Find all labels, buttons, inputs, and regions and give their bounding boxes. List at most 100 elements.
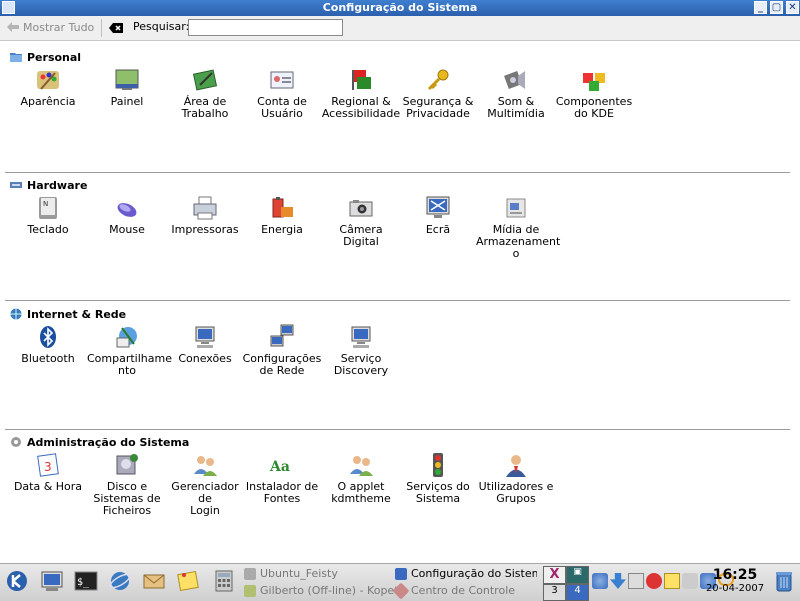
module-label: Utilizadores e Grupos	[478, 480, 554, 505]
module-data-hora[interactable]: 3 Data & Hora	[8, 452, 88, 493]
browser-icon[interactable]	[108, 569, 132, 593]
pager-desktop-4[interactable]: 4	[566, 584, 589, 601]
module-label: Compartilhame nto	[87, 352, 172, 377]
search-input[interactable]	[188, 19, 343, 36]
module-impressoras[interactable]: Impressoras	[165, 195, 245, 236]
key-icon	[427, 69, 449, 91]
clock-date: 20-04-2007	[705, 583, 765, 594]
calendar-icon: 3	[37, 453, 59, 477]
module-aparencia[interactable]: Aparência	[8, 67, 88, 108]
maximize-button[interactable]: ▢	[770, 1, 783, 14]
notification-icon[interactable]	[646, 573, 662, 589]
printer-icon	[193, 196, 217, 220]
section-divider	[5, 429, 790, 430]
module-servicos-sistema[interactable]: Serviços do Sistema	[398, 452, 478, 505]
module-servico-discovery[interactable]: Serviço Discovery	[321, 324, 401, 377]
notes-icon[interactable]	[176, 569, 200, 593]
module-utilizadores-grupos[interactable]: Utilizadores e Grupos	[476, 452, 556, 505]
folder-icon	[244, 567, 256, 580]
module-label: Disco e Sistemas de Ficheiros	[93, 480, 161, 517]
clock[interactable]: 16:25 20-04-2007	[705, 567, 765, 594]
show-all-button[interactable]: Mostrar Tudo	[6, 20, 94, 34]
volume-icon[interactable]	[592, 573, 608, 589]
module-painel[interactable]: Painel	[87, 67, 167, 108]
module-label: Teclado	[27, 223, 69, 236]
close-button[interactable]: ✕	[786, 1, 799, 14]
mail-icon[interactable]	[142, 569, 166, 593]
module-configuracoes-rede[interactable]: Configurações de Rede	[242, 324, 322, 377]
section-title: Hardware	[27, 178, 88, 192]
taskbar: $_ Ubuntu_Feisty Gilberto (Off-line) - K…	[0, 563, 800, 601]
section-header: Hardware	[10, 177, 87, 193]
module-disco-sistemas-ficheiros[interactable]: Disco e Sistemas de Ficheiros	[87, 452, 167, 517]
show-all-label: Mostrar Tudo	[23, 20, 95, 34]
tools-icon	[392, 582, 410, 599]
control-center-launcher-icon[interactable]	[40, 569, 64, 593]
components-icon	[583, 73, 605, 91]
module-energia[interactable]: Energia	[242, 195, 322, 236]
search-label: Pesquisar:	[133, 20, 190, 33]
user-account-icon	[270, 71, 294, 89]
calculator-icon[interactable]	[212, 569, 236, 593]
module-mouse[interactable]: Mouse	[87, 195, 167, 236]
module-label: Mídia de Armazenament o	[476, 223, 561, 260]
module-componentes-kde[interactable]: Componentes do KDE	[554, 67, 634, 120]
module-seguranca-privacidade[interactable]: Segurança & Privacidade	[398, 67, 478, 120]
kde-menu-icon[interactable]	[5, 569, 29, 593]
task-ubuntu-feisty[interactable]: Ubuntu_Feisty	[244, 567, 338, 580]
module-label: Mouse	[109, 223, 145, 236]
module-gerenciador-login[interactable]: Gerenciador de Login	[165, 452, 245, 517]
module-compartilhamento[interactable]: Compartilhame nto	[87, 324, 172, 377]
module-label: Bluetooth	[21, 352, 75, 365]
module-label: Aparência	[20, 95, 76, 108]
module-teclado[interactable]: N Teclado	[8, 195, 88, 236]
trash-icon[interactable]	[772, 569, 796, 593]
users-theme-icon	[350, 456, 373, 476]
module-instalador-fontes[interactable]: Aa Instalador de Fontes	[242, 452, 322, 505]
section-hardware: Hardware N Teclado Mouse Impressoras Ene…	[0, 177, 790, 297]
module-bluetooth[interactable]: Bluetooth	[8, 324, 88, 365]
update-arrow-icon[interactable]	[610, 573, 626, 589]
task-kopete[interactable]: Gilberto (Off-line) - Kopete	[244, 584, 405, 597]
disk-icon	[116, 454, 138, 475]
module-conexoes[interactable]: Conexões	[165, 324, 245, 365]
module-label: Conexões	[178, 352, 232, 365]
module-midia-armazenamento[interactable]: Mídia de Armazenament o	[476, 195, 561, 260]
clipboard-icon[interactable]	[682, 573, 698, 589]
notes-tray-icon[interactable]	[664, 573, 680, 589]
task-label: Gilberto (Off-line) - Kopete	[260, 584, 406, 597]
toolbar: Mostrar Tudo Pesquisar:	[0, 16, 800, 41]
module-ecra[interactable]: Ecrã	[398, 195, 478, 236]
user-icon	[506, 455, 526, 477]
desktop-icon	[192, 69, 218, 91]
section-administracao: Administração do Sistema 3 Data & Hora D…	[0, 434, 790, 559]
module-label: Ecrã	[425, 223, 451, 236]
toolbar-separator	[101, 19, 102, 37]
module-conta-de-usuario[interactable]: Conta de Usuário	[242, 67, 322, 120]
module-regional-acessibilidade[interactable]: Regional & Acessibilidade	[321, 67, 401, 120]
globe-icon	[10, 308, 22, 320]
palette-icon	[37, 71, 59, 90]
pager-desktop-1[interactable]: X	[543, 566, 566, 584]
module-label: Câmera Digital	[339, 223, 383, 248]
admin-gear-icon	[11, 437, 21, 447]
task-label: Configuração do Sistema	[411, 567, 537, 580]
monitor-icon	[426, 196, 450, 218]
minimize-button[interactable]: _	[754, 1, 767, 14]
clear-search-icon[interactable]	[108, 21, 124, 35]
mouse-icon	[117, 203, 137, 217]
camera-icon	[349, 200, 373, 217]
module-label: Energia	[261, 223, 303, 236]
module-kdmtheme[interactable]: O applet kdmtheme	[321, 452, 401, 505]
module-area-de-trabalho[interactable]: Área de Trabalho	[165, 67, 245, 120]
module-som-multimidia[interactable]: Som & Multimídia	[476, 67, 556, 120]
terminal-icon[interactable]: $_	[74, 569, 98, 593]
task-configuracao-sistema[interactable]: Configuração do Sistema	[395, 567, 537, 580]
module-camera-digital[interactable]: Câmera Digital	[321, 195, 401, 248]
pager-desktop-3[interactable]: 3	[543, 584, 566, 601]
module-label: Gerenciador de Login	[171, 480, 239, 517]
task-centro-controle[interactable]: Centro de Controle	[392, 582, 515, 599]
network-tray-icon[interactable]	[628, 573, 644, 589]
pager-desktop-2[interactable]: ▣	[566, 566, 589, 584]
section-title: Administração do Sistema	[27, 435, 190, 449]
